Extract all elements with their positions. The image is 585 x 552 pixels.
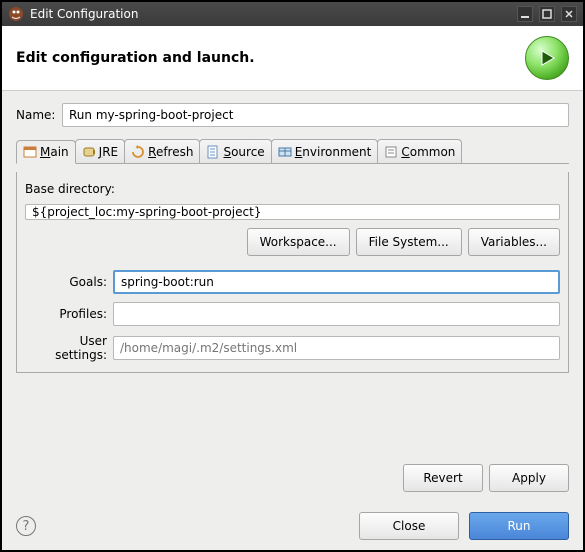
content-area: Name: Main JRE Refresh Source Envi bbox=[2, 91, 583, 502]
app-icon bbox=[8, 6, 24, 22]
revert-apply-row: Revert Apply bbox=[16, 464, 569, 492]
user-settings-label: User settings: bbox=[25, 334, 107, 362]
goals-row: Goals: bbox=[25, 270, 560, 294]
environment-tab-icon bbox=[278, 145, 292, 159]
refresh-tab-icon bbox=[131, 145, 145, 159]
tab-label: JRE bbox=[99, 145, 118, 159]
tab-jre[interactable]: JRE bbox=[75, 139, 125, 163]
tab-label: Source bbox=[223, 145, 264, 159]
tab-environment[interactable]: Environment bbox=[271, 139, 379, 163]
window-title: Edit Configuration bbox=[30, 7, 138, 21]
tab-label: Refresh bbox=[148, 145, 193, 159]
user-settings-row: User settings: bbox=[25, 334, 560, 362]
minimize-button[interactable] bbox=[517, 6, 533, 22]
help-icon[interactable]: ? bbox=[16, 516, 36, 536]
edit-configuration-window: Edit Configuration Edit configuration an… bbox=[0, 0, 585, 552]
goals-input[interactable] bbox=[113, 270, 560, 294]
titlebar: Edit Configuration bbox=[2, 2, 583, 26]
common-tab-icon bbox=[384, 145, 398, 159]
main-tab-panel: Base directory: Workspace... File System… bbox=[16, 172, 569, 373]
base-dir-input[interactable] bbox=[25, 204, 560, 220]
main-tab-icon bbox=[23, 145, 37, 159]
tab-source[interactable]: Source bbox=[199, 139, 271, 163]
apply-button[interactable]: Apply bbox=[489, 464, 569, 492]
name-row: Name: bbox=[16, 103, 569, 127]
source-tab-icon bbox=[206, 145, 220, 159]
run-button[interactable]: Run bbox=[469, 512, 569, 540]
tab-bar: Main JRE Refresh Source Environment Comm… bbox=[16, 139, 569, 164]
base-dir-label: Base directory: bbox=[25, 182, 560, 196]
tab-label: Environment bbox=[295, 145, 372, 159]
workspace-button[interactable]: Workspace... bbox=[247, 228, 350, 256]
header: Edit configuration and launch. bbox=[2, 26, 583, 91]
variables-button[interactable]: Variables... bbox=[468, 228, 560, 256]
tab-refresh[interactable]: Refresh bbox=[124, 139, 200, 163]
profiles-row: Profiles: bbox=[25, 302, 560, 326]
close-button[interactable] bbox=[561, 6, 577, 22]
name-input[interactable] bbox=[62, 103, 569, 127]
maximize-button[interactable] bbox=[539, 6, 555, 22]
profiles-label: Profiles: bbox=[25, 307, 107, 321]
jre-tab-icon bbox=[82, 145, 96, 159]
run-orb-button[interactable] bbox=[525, 36, 569, 80]
revert-button[interactable]: Revert bbox=[403, 464, 483, 492]
close-dialog-button[interactable]: Close bbox=[359, 512, 459, 540]
tab-label: Common bbox=[401, 145, 455, 159]
user-settings-input[interactable] bbox=[113, 336, 560, 360]
header-title: Edit configuration and launch. bbox=[16, 50, 525, 66]
base-dir-buttons: Workspace... File System... Variables... bbox=[25, 228, 560, 256]
filesystem-button[interactable]: File System... bbox=[356, 228, 462, 256]
tab-common[interactable]: Common bbox=[377, 139, 462, 163]
name-label: Name: bbox=[16, 108, 56, 122]
goals-label: Goals: bbox=[25, 275, 107, 289]
tab-main[interactable]: Main bbox=[16, 140, 76, 164]
tab-label: Main bbox=[40, 145, 69, 159]
profiles-input[interactable] bbox=[113, 302, 560, 326]
footer: ? Close Run bbox=[2, 502, 583, 550]
